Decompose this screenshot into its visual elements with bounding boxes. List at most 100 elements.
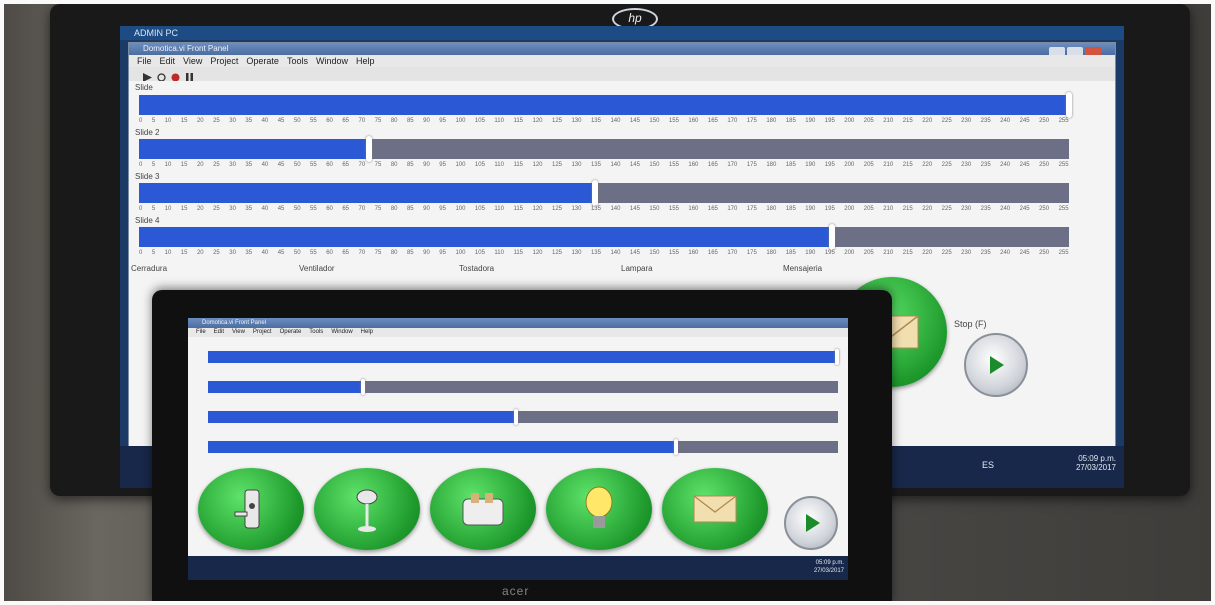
scale-tick: 70 <box>358 250 366 256</box>
laptop-slider-4-fill <box>208 441 678 453</box>
scale-tick: 75 <box>374 162 382 168</box>
scale-tick: 0 <box>139 118 143 124</box>
scale-tick: 120 <box>532 206 543 212</box>
laptop-menu-view[interactable]: View <box>232 328 245 337</box>
laptop-menu-file[interactable]: File <box>196 328 206 337</box>
stop-label: Stop (F) <box>954 319 987 329</box>
scale-tick: 0 <box>139 162 143 168</box>
laptop-taskbar-clock[interactable]: 05:09 p.m. 27/03/2017 <box>792 559 844 575</box>
label-tostadora: Tostadora <box>459 264 495 273</box>
run-continuous-icon[interactable] <box>157 69 166 82</box>
scale-tick: 195 <box>824 162 835 168</box>
taskbar-language[interactable]: ES <box>982 460 994 470</box>
scale-tick: 150 <box>649 250 660 256</box>
ventilador-button[interactable] <box>314 468 420 550</box>
scale-tick: 255 <box>1058 118 1069 124</box>
scale-tick: 40 <box>261 250 269 256</box>
menu-view[interactable]: View <box>183 55 202 67</box>
laptop-slider-3[interactable] <box>208 409 838 425</box>
laptop-menu-tools[interactable]: Tools <box>309 328 323 337</box>
menu-edit[interactable]: Edit <box>160 55 176 67</box>
scale-tick: 5 <box>151 250 156 256</box>
scale-tick: 55 <box>310 250 317 256</box>
scale-tick: 125 <box>551 162 562 168</box>
scale-tick: 70 <box>358 118 366 124</box>
scale-tick: 100 <box>455 162 466 168</box>
toaster-icon <box>430 468 536 550</box>
scale-tick: 25 <box>213 118 220 124</box>
menu-file[interactable]: File <box>137 55 152 67</box>
laptop-menu-help[interactable]: Help <box>361 328 373 337</box>
menu-tools[interactable]: Tools <box>287 55 308 67</box>
laptop-slider-2-thumb[interactable] <box>360 379 365 395</box>
laptop-slider-1-thumb[interactable] <box>835 349 839 365</box>
scale-tick: 205 <box>863 118 874 124</box>
menu-help[interactable]: Help <box>356 55 375 67</box>
slider-scale-1: 0 5 10 15 20 25 30 35 40 45 50 55 60 65 70 75 80 85 90 95 10… <box>139 118 1069 128</box>
laptop-mensajeria-button[interactable] <box>662 468 768 550</box>
slider-2[interactable] <box>139 136 1069 162</box>
scale-tick: 75 <box>374 206 382 212</box>
scale-tick: 250 <box>1039 162 1050 168</box>
pause-icon[interactable] <box>185 69 194 82</box>
scale-tick: 170 <box>727 250 738 256</box>
slider-3[interactable] <box>139 180 1069 206</box>
laptop-menu-window[interactable]: Window <box>331 328 352 337</box>
scale-tick: 185 <box>785 250 796 256</box>
run-arrow-icon[interactable] <box>143 69 152 82</box>
scale-tick: 155 <box>668 162 679 168</box>
scale-tick: 50 <box>293 118 301 124</box>
browser-tab[interactable]: ADMIN PC <box>120 26 1124 40</box>
scale-tick: 220 <box>922 206 933 212</box>
slider-4[interactable] <box>139 224 1069 250</box>
scale-tick: 70 <box>358 206 366 212</box>
scale-tick: 40 <box>261 162 269 168</box>
menu-project[interactable]: Project <box>210 55 238 67</box>
abort-icon[interactable] <box>171 69 180 82</box>
scale-tick: 195 <box>824 206 835 212</box>
cerradura-button[interactable] <box>198 468 304 550</box>
scale-tick: 15 <box>180 250 188 256</box>
laptop-slider-3-thumb[interactable] <box>513 409 518 425</box>
laptop-slider-4-thumb[interactable] <box>674 439 679 455</box>
tostadora-button[interactable] <box>430 468 536 550</box>
scale-tick: 120 <box>532 118 543 124</box>
label-ventilador: Ventilador <box>299 264 335 273</box>
slider-1[interactable] <box>139 92 1072 118</box>
scale-tick: 20 <box>196 118 204 124</box>
slider-2-fill <box>139 139 369 159</box>
scale-tick: 230 <box>961 206 972 212</box>
laptop-slider-2[interactable] <box>208 379 838 395</box>
scale-tick: 205 <box>863 250 874 256</box>
scale-tick: 180 <box>766 206 777 212</box>
laptop-slider-1[interactable] <box>208 349 839 365</box>
scale-tick: 165 <box>707 118 718 124</box>
menu-operate[interactable]: Operate <box>246 55 279 67</box>
scale-tick: 175 <box>746 162 757 168</box>
scale-tick: 85 <box>406 118 414 124</box>
scale-tick: 245 <box>1019 250 1030 256</box>
menu-window[interactable]: Window <box>316 55 348 67</box>
scale-tick: 55 <box>310 162 317 168</box>
laptop-menu-project[interactable]: Project <box>253 328 272 337</box>
scale-tick: 20 <box>196 162 204 168</box>
slider-2-thumb[interactable] <box>365 136 372 162</box>
laptop-menu-operate[interactable]: Operate <box>280 328 302 337</box>
scale-tick: 30 <box>229 118 236 124</box>
laptop-menu-edit[interactable]: Edit <box>214 328 224 337</box>
scale-tick: 190 <box>805 250 816 256</box>
scale-tick: 75 <box>374 250 382 256</box>
stop-button[interactable] <box>964 333 1028 397</box>
scale-tick: 30 <box>229 162 236 168</box>
slider-1-thumb[interactable] <box>1066 92 1072 118</box>
scale-tick: 20 <box>196 206 204 212</box>
laptop-slider-4[interactable] <box>208 439 838 455</box>
door-lock-icon <box>198 468 304 550</box>
slider-4-thumb[interactable] <box>828 224 835 250</box>
lampara-button[interactable] <box>546 468 652 550</box>
scale-tick: 165 <box>707 162 718 168</box>
laptop-stop-button[interactable] <box>784 496 838 550</box>
scale-tick: 5 <box>151 206 156 212</box>
slider-3-thumb[interactable] <box>591 180 598 206</box>
taskbar-clock[interactable]: 05:09 p.m. 27/03/2017 <box>1060 454 1116 472</box>
